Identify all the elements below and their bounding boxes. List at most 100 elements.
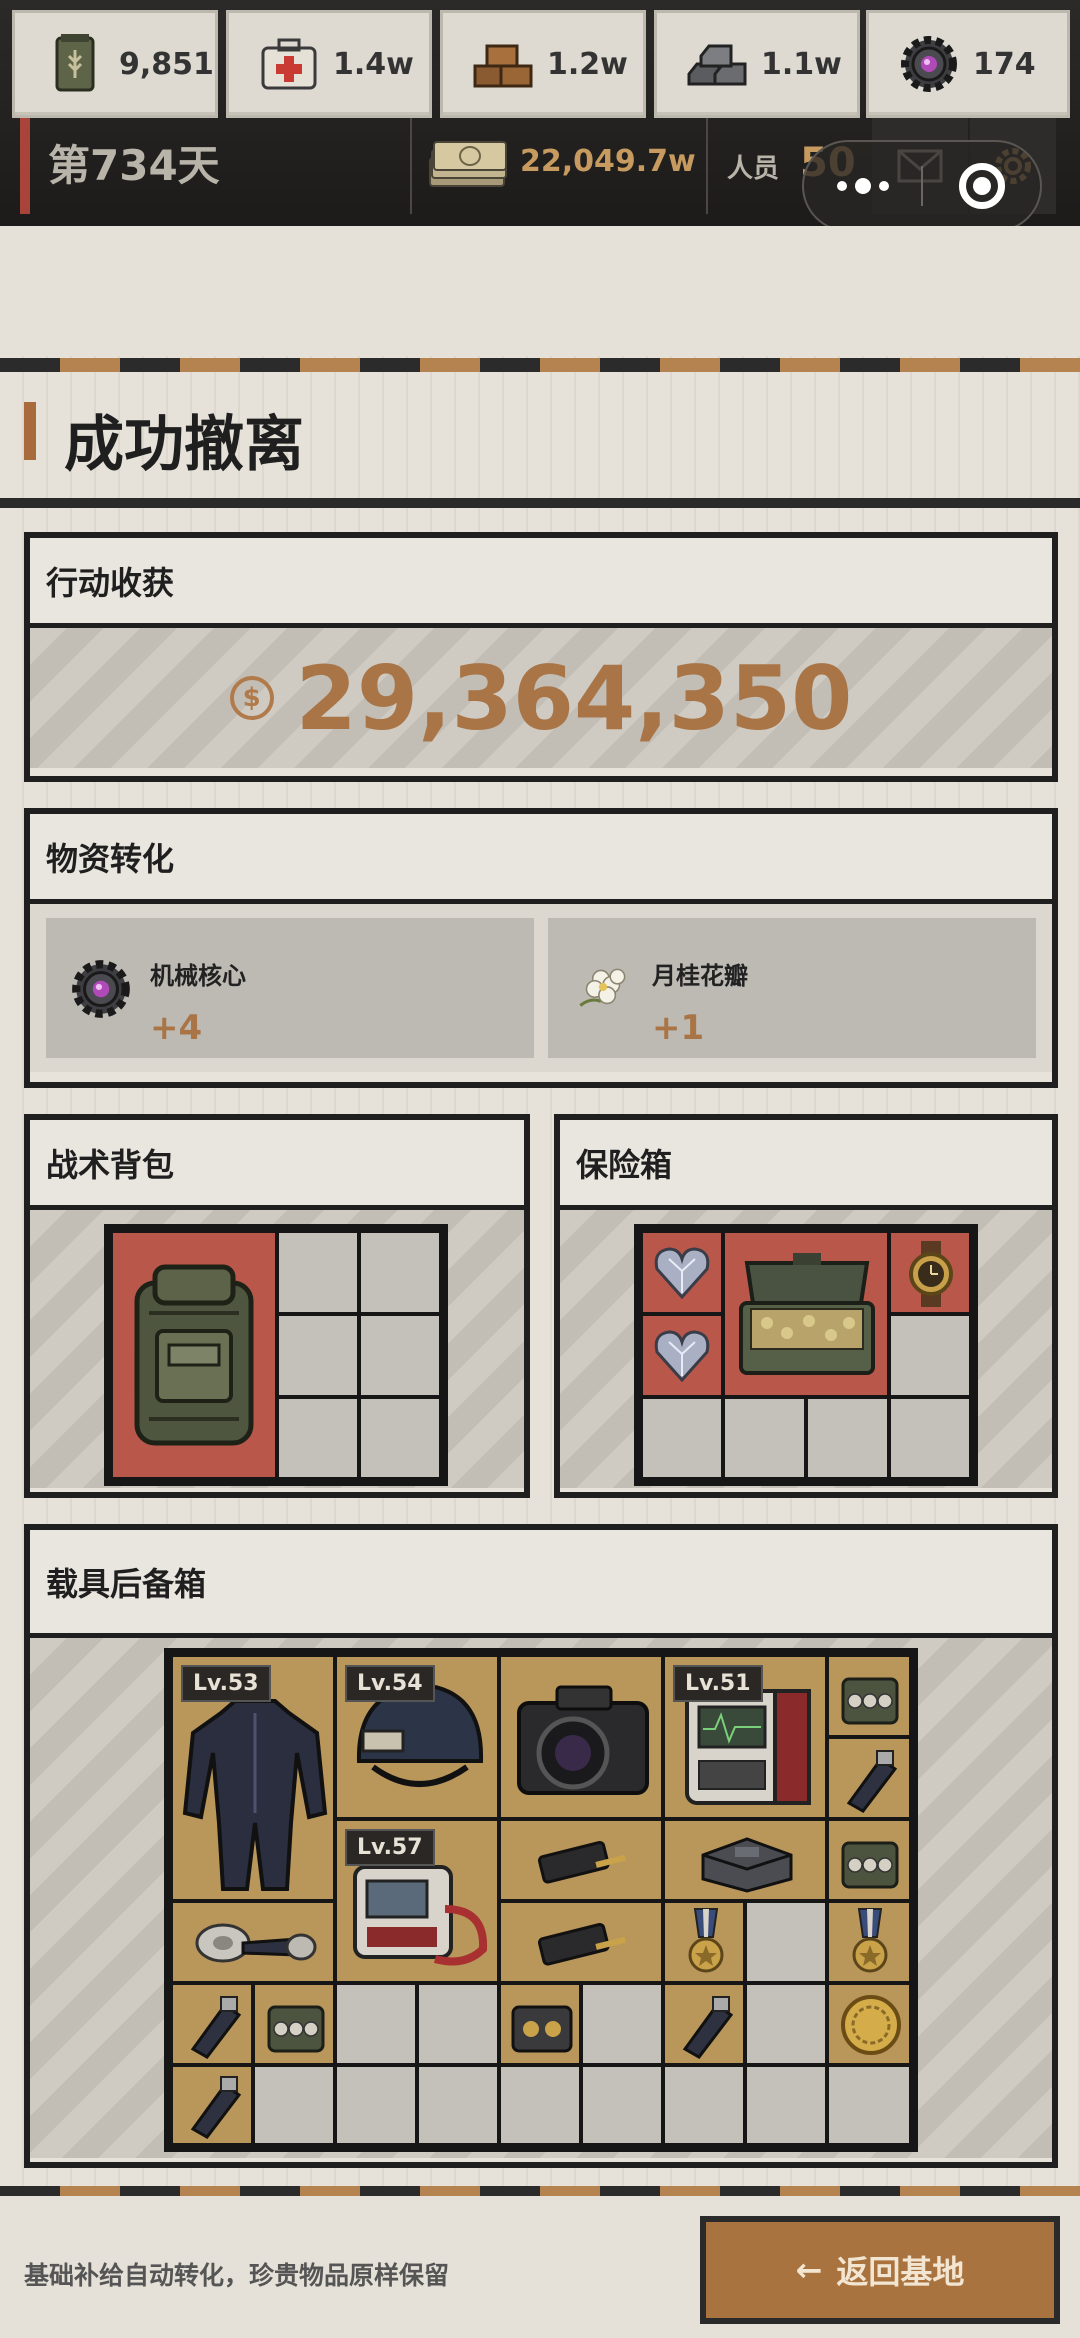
trunk-slot-ammo[interactable] [253,1983,335,2065]
grenade-launcher-icon [190,1996,242,2059]
resource-core[interactable]: 174 [866,10,1070,118]
resource-bar [0,226,1080,356]
trunk-slot-empty[interactable] [417,1983,499,2065]
staff-label: 人员 [727,154,780,184]
trunk-slot-radio[interactable]: Lv.51 [663,1655,827,1819]
safebox-slot[interactable] [723,1231,889,1397]
tactical-backpack-icon [134,1264,254,1446]
trunk-slot-ammo-case[interactable] [499,1901,663,1983]
treasure-case-icon [739,1253,875,1375]
safebox-slot-empty[interactable] [641,1397,723,1479]
trunk-slot-grenade[interactable] [827,1737,911,1819]
camera-icon [517,1685,649,1795]
trunk-slot-empty[interactable] [417,2065,499,2145]
trunk-slot-coin[interactable] [827,1983,911,2065]
trunk-slot-electronics[interactable] [663,1819,827,1901]
trunk-slot-tape[interactable] [171,1901,335,1983]
medkit-icon [261,38,317,90]
trunk-slot-empty[interactable] [745,2065,827,2145]
mini-program-capsule[interactable] [802,140,1042,232]
divider [706,118,708,214]
page-title: 成功撤离 [64,410,304,480]
trunk-slot-empty[interactable] [745,1901,827,1983]
hazard-stripe [0,358,1080,372]
trunk-slot-suit[interactable]: Lv.53 [171,1655,335,1901]
conversion-panel: 物资转化 机械核心 +4 月桂花瓣 +1 [24,808,1058,1088]
ammo-box-icon [841,1841,899,1889]
safebox-slot-empty[interactable] [889,1397,971,1479]
mech-core-icon [72,960,130,1018]
resource-medicine[interactable]: 1.4w [226,10,432,118]
trunk-slot-camera[interactable] [499,1655,663,1819]
item-level-badge: Lv.54 [345,1665,435,1702]
trunk-slot-medal[interactable] [663,1901,745,1983]
ammo-box-icon [267,2005,325,2053]
trunk-title: 载具后备箱 [30,1530,1052,1638]
trunk-slot-empty[interactable] [827,2065,911,2145]
return-base-button[interactable]: ← 返回基地 [700,2216,1060,2324]
trunk-slot-ammo-case[interactable] [499,1819,663,1901]
trunk-slot-grenade[interactable] [663,1983,745,2065]
tactical-suit-icon [182,1699,328,1891]
safebox-title: 保险箱 [560,1120,1052,1210]
trunk-slot-grenade[interactable] [171,2065,253,2145]
duct-tape-icon [195,1923,317,1963]
circuit-box-icon [701,1837,793,1893]
trunk-slot-device[interactable]: Lv.57 [335,1819,499,1983]
more-menu-icon[interactable] [804,178,921,194]
medal-icon [852,1908,888,1973]
item-level-badge: Lv.51 [673,1665,763,1702]
trunk-slot-ammo[interactable] [827,1819,911,1901]
trunk-slot-empty[interactable] [335,1983,417,2065]
trunk-slot-empty[interactable] [745,1983,827,2065]
backpack-slot-empty[interactable] [277,1314,359,1397]
day-counter: 第734天 [20,118,220,214]
trunk-slot-empty[interactable] [581,2065,663,2145]
trunk-slot-grenade[interactable] [171,1983,253,2065]
trunk-slot-cassette[interactable] [499,1983,581,2065]
medical-device-icon [353,1865,488,1966]
backpack-slot-empty[interactable] [359,1314,441,1397]
money-value: 22,049.7w [520,144,696,179]
resource-food[interactable]: 9,851 [12,10,218,118]
conversion-body: 机械核心 +4 月桂花瓣 +1 [30,904,1052,1072]
trunk-slot-empty[interactable] [253,2065,335,2145]
safebox-slot[interactable] [889,1231,971,1314]
grenade-launcher-icon [846,1750,898,1813]
safebox-slot-empty[interactable] [723,1397,806,1479]
resource-value: 1.4w [333,46,414,82]
backpack-slot-empty[interactable] [277,1231,359,1314]
gold-watch-icon [909,1241,953,1307]
backpack-slot-empty[interactable] [277,1397,359,1479]
grain-sack-icon [55,34,95,92]
trunk-slot-empty[interactable] [499,2065,581,2145]
resource-wood[interactable]: 1.2w [440,10,646,118]
trunk-slot-empty[interactable] [663,2065,745,2145]
safebox-slot-empty[interactable] [889,1314,971,1397]
trunk-slot-ammo[interactable] [827,1655,911,1737]
conversion-title: 物资转化 [30,814,1052,904]
trunk-slot-empty[interactable] [335,2065,417,2145]
backpack-slot-empty[interactable] [359,1231,441,1314]
safebox-slot[interactable] [641,1231,723,1314]
earnings-amount: 29,364,350 [295,646,853,750]
trunk-slot-helmet[interactable]: Lv.54 [335,1655,499,1819]
diamond-heart-icon [654,1330,710,1383]
trunk-slot-empty[interactable] [581,1983,663,2065]
grenade-launcher-icon [682,1996,734,2059]
safebox-slot[interactable] [641,1314,723,1397]
mech-core-icon [901,36,957,92]
resource-value: 1.2w [547,46,628,82]
conversion-item-qty: +1 [652,1008,705,1048]
backpack-slot[interactable] [111,1231,277,1479]
coin-icon: $ [229,676,274,720]
conversion-item-core[interactable]: 机械核心 +4 [46,918,534,1058]
earnings-panel: 行动收获 $ 29,364,350 [24,532,1058,782]
divider [410,118,412,214]
safebox-slot-empty[interactable] [806,1397,889,1479]
resource-steel[interactable]: 1.1w [654,10,860,118]
backpack-slot-empty[interactable] [359,1397,441,1479]
trunk-slot-medal[interactable] [827,1901,911,1983]
close-target-icon[interactable] [923,163,1040,209]
conversion-item-laurel[interactable]: 月桂花瓣 +1 [548,918,1036,1058]
